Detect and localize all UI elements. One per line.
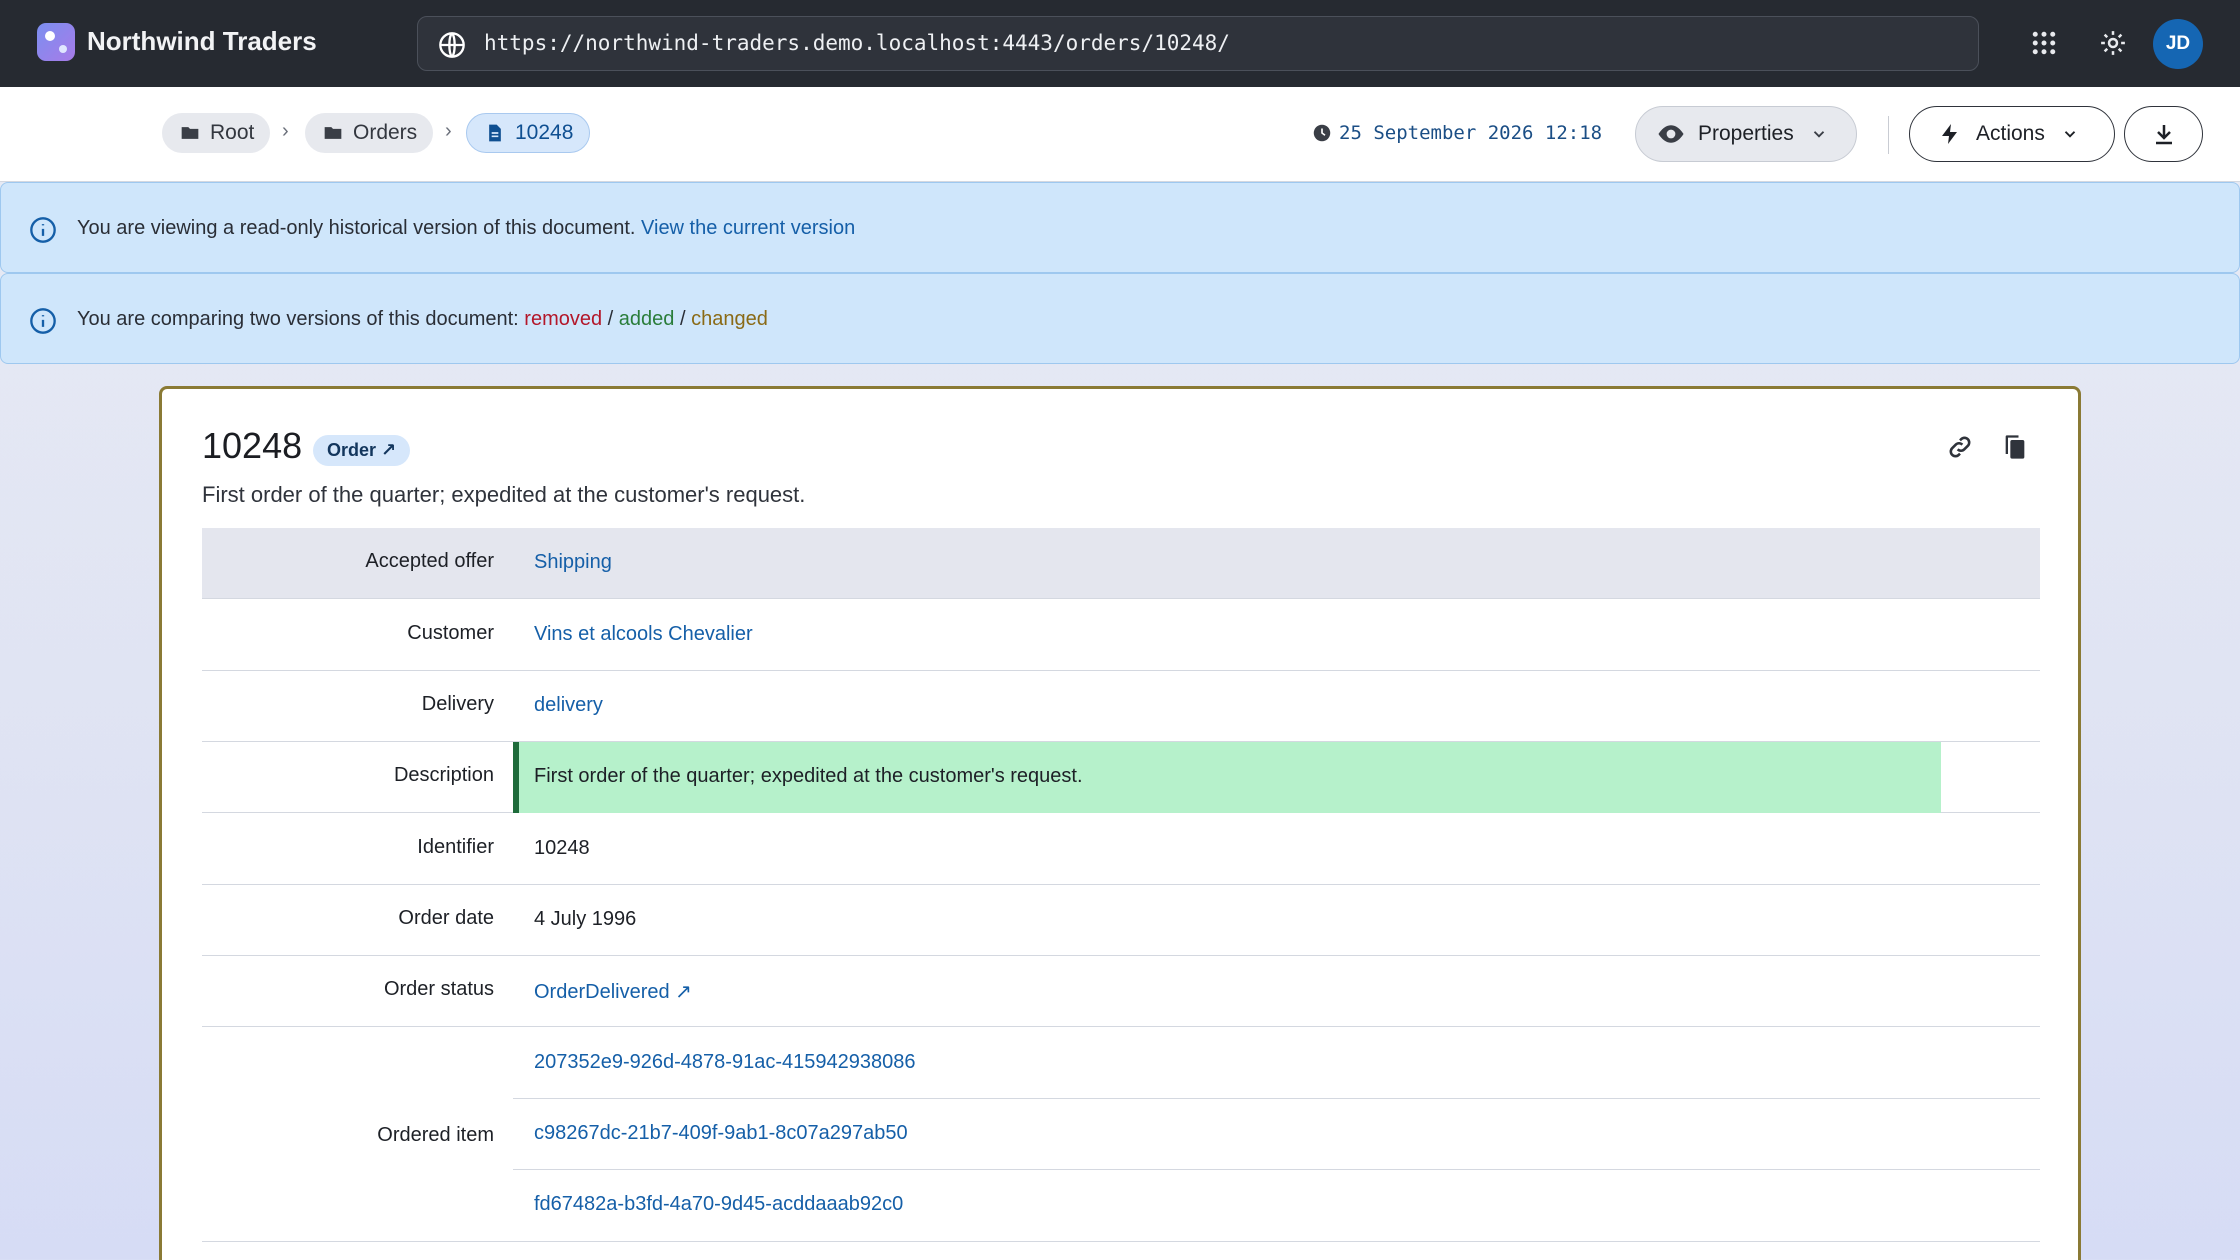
readonly-alert: You are viewing a read-only historical v…: [0, 182, 2240, 273]
property-value: First order of the quarter; expedited at…: [534, 765, 1083, 787]
readonly-message: You are viewing a read-only historical v…: [77, 217, 636, 239]
document-icon: [489, 124, 501, 142]
property-label: Order date: [398, 907, 494, 929]
property-row-customer: Customer Vins et alcools Chevalier: [202, 600, 2040, 671]
legend-separator: /: [607, 308, 614, 330]
actions-label: Actions: [1976, 122, 2045, 145]
breadcrumb-label: Orders: [353, 121, 418, 144]
chevron-down-icon: [1813, 131, 1824, 138]
ordered-item-entry: 207352e9-926d-4878-91ac-415942938086: [513, 1028, 2040, 1099]
app-title[interactable]: Northwind Traders: [87, 26, 317, 57]
diff-added-highlight: First order of the quarter; expedited at…: [513, 742, 1941, 813]
info-icon: [30, 308, 56, 334]
type-badge[interactable]: Order ↗: [313, 435, 411, 466]
url-bar[interactable]: https://northwind-traders.demo.localhost…: [417, 16, 1979, 71]
legend-added: added: [618, 308, 675, 330]
property-value-link[interactable]: delivery: [534, 694, 603, 717]
folder-icon: [324, 127, 342, 139]
gear-icon[interactable]: [2098, 28, 2128, 58]
breadcrumb-item-current[interactable]: 10248: [466, 113, 591, 153]
property-value-link[interactable]: OrderDelivered ↗: [534, 979, 692, 1004]
url-text[interactable]: https://northwind-traders.demo.localhost…: [484, 31, 1230, 55]
property-row-description: Description First order of the quarter; …: [202, 742, 2040, 813]
legend-separator: /: [679, 308, 686, 330]
properties-label: Properties: [1698, 122, 1794, 145]
ordered-item-link[interactable]: c98267dc-21b7-409f-9ab1-8c07a297ab50: [534, 1122, 908, 1145]
breadcrumb-separator: ›: [282, 120, 289, 142]
eye-icon: [1658, 125, 1684, 143]
user-avatar[interactable]: JD: [2153, 19, 2203, 69]
property-label: Identifier: [417, 836, 494, 858]
legend-changed: changed: [691, 308, 768, 330]
compare-alert: You are comparing two versions of this d…: [0, 273, 2240, 364]
download-icon: [2155, 125, 2172, 145]
legend-removed: removed: [524, 308, 603, 330]
breadcrumb-label: 10248: [515, 121, 574, 144]
document-title: 10248: [202, 425, 303, 466]
app-logo-icon[interactable]: [37, 23, 75, 61]
property-value-link[interactable]: Vins et alcools Chevalier: [534, 623, 753, 646]
property-row-order-date: Order date 4 July 1996: [202, 885, 2040, 956]
ordered-item-entry: c98267dc-21b7-409f-9ab1-8c07a297ab50: [513, 1099, 2040, 1170]
property-row-identifier: Identifier 10248: [202, 814, 2040, 885]
document-card: 10248 Order ↗ First order of the quarter…: [159, 386, 2081, 1260]
breadcrumb-item-orders[interactable]: Orders: [305, 113, 434, 153]
download-button[interactable]: [2124, 106, 2203, 162]
toolbar-divider: [1888, 116, 1889, 154]
lightning-icon: [1942, 124, 1957, 144]
compare-message: You are comparing two versions of this d…: [77, 308, 519, 330]
ordered-item-link[interactable]: 207352e9-926d-4878-91ac-415942938086: [534, 1051, 915, 1074]
link-icon[interactable]: [1946, 433, 1974, 461]
clock-icon: [1313, 124, 1331, 142]
property-label: Delivery: [421, 693, 494, 715]
version-timestamp: 25 September 2026 12:18: [1313, 122, 1602, 144]
property-label: Customer: [407, 622, 494, 644]
properties-button[interactable]: Properties: [1635, 106, 1857, 162]
ordered-item-entry: fd67482a-b3fd-4a70-9d45-acddaaab92c0: [513, 1170, 2040, 1241]
ordered-item-link[interactable]: fd67482a-b3fd-4a70-9d45-acddaaab92c0: [534, 1193, 903, 1216]
copy-icon[interactable]: [2001, 433, 2029, 461]
property-row-delivery: Delivery delivery: [202, 671, 2040, 742]
property-value-link[interactable]: Shipping: [534, 551, 612, 574]
readonly-alert-text: You are viewing a read-only historical v…: [77, 217, 855, 240]
globe-icon: [439, 32, 465, 58]
property-value: 10248: [534, 837, 590, 859]
property-row-order-status: Order status OrderDelivered ↗: [202, 956, 2040, 1027]
breadcrumb-item-root[interactable]: Root: [162, 113, 271, 153]
app-topbar: Northwind Traders https://northwind-trad…: [0, 0, 2240, 87]
view-current-version-link[interactable]: View the current version: [641, 217, 855, 239]
compare-alert-text: You are comparing two versions of this d…: [77, 308, 768, 331]
property-label: Description: [393, 764, 494, 786]
chevron-down-icon: [2064, 131, 2076, 138]
property-row-ordered-item: Ordered item 207352e9-926d-4878-91ac-415…: [202, 1028, 2040, 1242]
property-label: Accepted offer: [365, 550, 494, 572]
property-label: Ordered item: [377, 1124, 494, 1146]
info-icon: [30, 217, 56, 243]
property-value: 4 July 1996: [534, 908, 637, 930]
breadcrumb-label: Root: [210, 121, 255, 144]
folder-icon: [181, 127, 199, 139]
property-row-accepted-offer: Accepted offer Shipping: [202, 528, 2040, 599]
actions-button[interactable]: Actions: [1909, 106, 2115, 162]
breadcrumb-separator: ›: [445, 120, 452, 142]
apps-grid-icon[interactable]: [2029, 28, 2059, 58]
document-toolbar: Root › Orders › 10248 25 September 2026 …: [0, 87, 2240, 182]
document-description: First order of the quarter; expedited at…: [202, 482, 806, 507]
property-label: Order status: [383, 978, 494, 1000]
timestamp-text: 25 September 2026 12:18: [1339, 122, 1603, 144]
